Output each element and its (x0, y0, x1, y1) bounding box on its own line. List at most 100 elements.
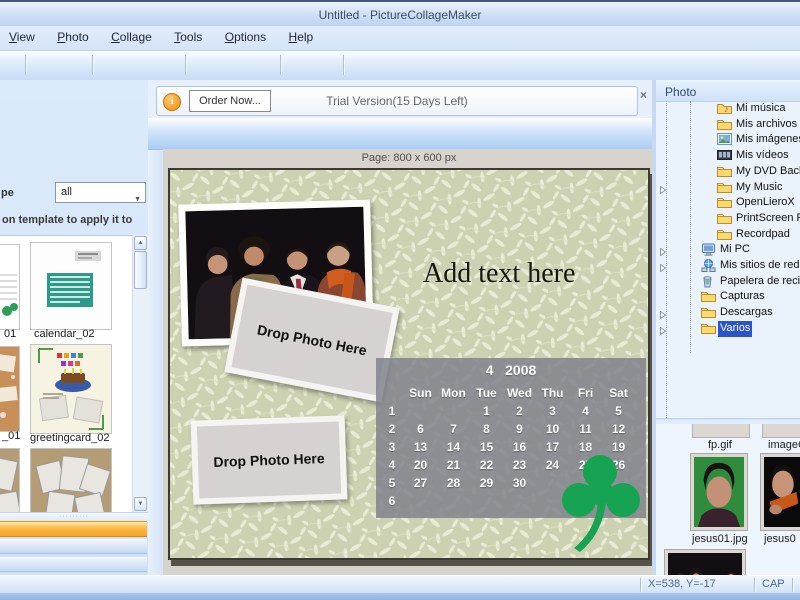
calendar-day-cell (503, 492, 536, 510)
menu-collage[interactable]: Collage (102, 26, 161, 48)
toolbar-separator (343, 55, 344, 75)
calendar-day-cell: 3 (549, 404, 556, 418)
calendar-day-cell: 5 (615, 404, 622, 418)
template-label: calendar_02 (34, 328, 95, 340)
tree-item-label: Mis vídeos (736, 149, 789, 162)
calendar-day-cell: 22 (479, 458, 494, 472)
tree-item-label: OpenLieroX (736, 196, 795, 209)
tree-item-label: Mis archivos r (736, 117, 800, 130)
category-bar[interactable] (0, 557, 147, 572)
tree-item-recordpad[interactable]: Recordpad (656, 227, 800, 243)
template-calendar-01-thumb[interactable] (0, 244, 20, 330)
scrollbar-thumb[interactable] (134, 251, 147, 289)
menu-photo[interactable]: Photo (48, 26, 97, 48)
template-type-dropdown[interactable]: all ▼ (55, 182, 146, 203)
template-greetingcard-01-thumb[interactable] (0, 346, 20, 432)
tree-item-descargas[interactable]: Descargas (656, 305, 800, 321)
template-panel: pe all ▼ on template to apply it to 01 c… (0, 80, 148, 600)
tree-item-mis-archivos-r[interactable]: Mis archivos r (656, 117, 800, 133)
tree-item-label: PrintScreen Fi (736, 211, 800, 224)
tree-item-label: Mi música (736, 102, 786, 114)
calendar-day-cell: 21 (446, 458, 461, 472)
title-bar[interactable]: Untitled - PictureCollageMaker (0, 2, 800, 26)
calendar-week-number: 4 (388, 458, 396, 472)
template-list: 01 calendar_02 _01 greetingcard_02 (0, 235, 148, 513)
calendar-day-cell: 4 (582, 404, 589, 418)
photo-thumb-label: jesus0 (764, 533, 796, 545)
calendar-day-header: Tue (476, 386, 497, 400)
calendar-day-cell: 9 (516, 422, 523, 436)
tree-item-varios[interactable]: Varios (656, 320, 800, 340)
tree-item-mi-m-sica[interactable]: ♪ Mi música (656, 101, 800, 117)
template-misc-01-thumb[interactable] (0, 448, 20, 513)
tree-item-my-dvd-backu[interactable]: My DVD Backu (656, 164, 800, 180)
calendar-day-cell: 27 (413, 476, 428, 490)
calendar-day-header: Sat (609, 386, 628, 400)
photo-thumb-partial[interactable] (762, 424, 800, 438)
tree-item-my-music[interactable]: My Music (656, 180, 800, 196)
calendar-day-header: Mon (441, 386, 466, 400)
app-window: Untitled - PictureCollageMaker View Phot… (0, 0, 800, 600)
calendar-day-header: Thu (541, 386, 564, 400)
template-greetingcard-02-thumb[interactable] (30, 344, 112, 434)
menu-options[interactable]: Options (216, 26, 275, 48)
tree-item-label: My DVD Backu (736, 164, 800, 177)
tree-item-label: Mis imágenes (736, 133, 800, 146)
close-icon[interactable]: × (640, 88, 647, 102)
calendar-week-number: 1 (388, 404, 396, 418)
template-scrollbar[interactable]: ▲ ▼ (132, 235, 148, 512)
tree-item-mis-v-deos[interactable]: Mis vídeos (656, 148, 800, 164)
scroll-down-icon[interactable]: ▼ (134, 497, 147, 511)
tree-item-label: Descargas (720, 306, 773, 319)
toolbar-separator (280, 55, 281, 75)
status-bar: X=538, Y=-17 CAP (0, 575, 800, 594)
template-label: 01 (4, 328, 17, 340)
tree-item-capturas[interactable]: Capturas (656, 289, 800, 305)
calendar-day-cell: 1 (483, 404, 490, 418)
photo-thumb-jesus0[interactable] (760, 453, 800, 531)
tree-item-mis-im-genes[interactable]: Mis imágenes (656, 132, 800, 148)
photo-thumb-partial[interactable] (692, 424, 750, 438)
left-splitter[interactable] (148, 80, 163, 575)
page-size-label: Page: 800 x 600 px (361, 152, 457, 164)
template-label: _01 (2, 430, 21, 442)
status-separator (640, 578, 641, 592)
add-text-placeholder[interactable]: Add text here (423, 258, 575, 290)
calendar-week-number: 3 (388, 440, 396, 454)
tree-item-label: Mi PC (720, 243, 750, 256)
tree-item-printscreen-fi[interactable]: PrintScreen Fi (656, 211, 800, 227)
expander-icon[interactable] (659, 325, 667, 341)
photo-thumb-label: jesus01.jpg (692, 533, 748, 545)
calendar-day-cell: 8 (483, 422, 490, 436)
template-calendar-02-thumb[interactable] (30, 242, 112, 330)
shamrock-clipart[interactable] (540, 450, 650, 558)
menu-view[interactable]: View (0, 26, 44, 48)
trial-version-text: Trial Version(15 Days Left) (326, 94, 468, 108)
tree-item-label: Recordpad (736, 227, 790, 240)
calendar-day-cell (437, 492, 470, 510)
tree-item-mis-sitios-de-red[interactable]: Mis sitios de red (656, 258, 800, 274)
calendar-day-cell: 28 (446, 476, 461, 490)
photo-thumb-jesus01[interactable] (690, 453, 748, 531)
calendar-day-cell (404, 402, 437, 420)
canvas-work-area[interactable]: Page: 800 x 600 px Drop Photo Here Drop … (163, 149, 655, 575)
status-separator (792, 578, 793, 592)
drop-photo-zone-2[interactable]: Drop Photo Here (190, 415, 348, 505)
category-bar[interactable] (0, 539, 147, 554)
calendar-day-cell: 7 (450, 422, 457, 436)
template-hint-text: on template to apply it to (2, 214, 133, 226)
tree-item-papelera-de-recicl[interactable]: Papelera de recicl (656, 274, 800, 290)
menu-help[interactable]: Help (280, 26, 323, 48)
category-bar-selected[interactable] (0, 521, 147, 537)
collage-page[interactable]: Drop Photo Here Drop Photo Here Add text… (168, 168, 650, 560)
window-title: Untitled - PictureCollageMaker (318, 8, 482, 22)
calendar-week-number: 5 (388, 476, 396, 490)
tree-item-openlierox[interactable]: OpenLieroX (656, 195, 800, 211)
folder-icon (701, 322, 716, 340)
scroll-up-icon[interactable]: ▲ (134, 236, 147, 250)
template-misc-02-thumb[interactable] (30, 448, 112, 513)
tree-item-mi-pc[interactable]: Mi PC (656, 242, 800, 258)
menu-tools[interactable]: Tools (165, 26, 211, 48)
calendar-week-number: 2 (388, 422, 396, 436)
status-separator (754, 578, 755, 592)
